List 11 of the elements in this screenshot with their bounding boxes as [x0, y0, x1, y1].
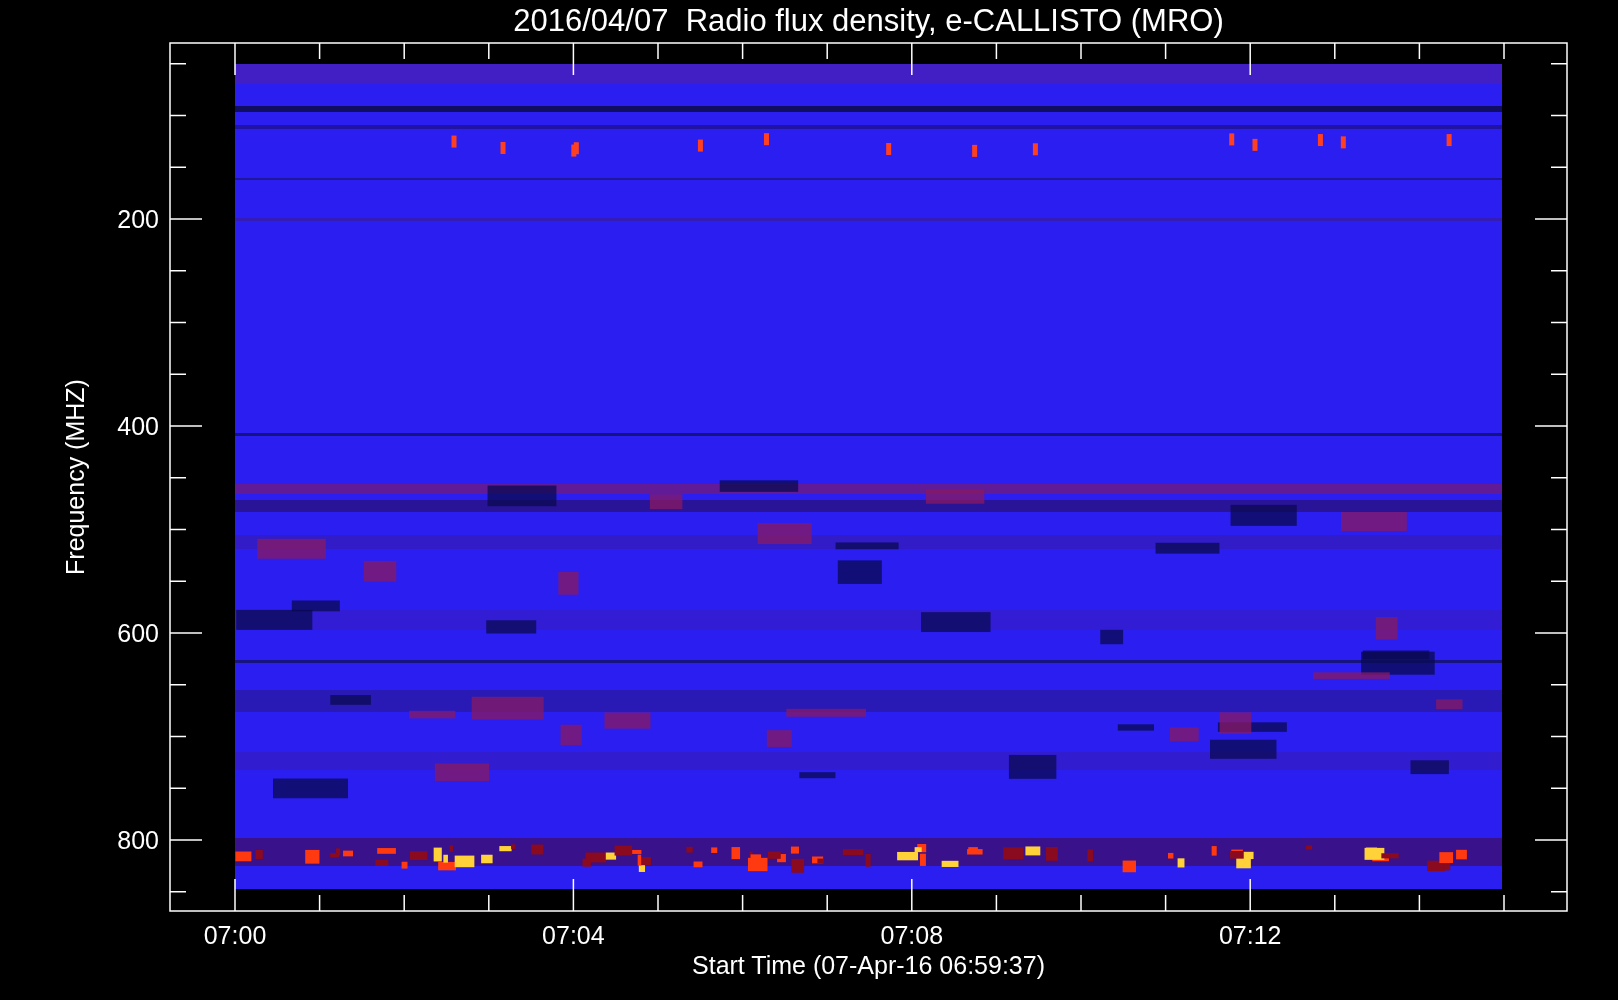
x-tick-label: 07:12 — [1218, 921, 1282, 949]
x-axis-title: Start Time (07-Apr-16 06:59:37) — [692, 951, 1045, 979]
x-tick-label: 07:08 — [880, 921, 944, 949]
y-tick-label: 200 — [117, 205, 159, 233]
y-axis-title: Frequency (MHZ) — [61, 379, 89, 575]
x-tick-label: 07:00 — [203, 921, 267, 949]
chart-title: 2016/04/07 Radio flux density, e-CALLISTO (MRO) — [513, 3, 1224, 38]
y-tick-label: 400 — [117, 412, 159, 440]
y-tick-label: 800 — [117, 826, 159, 854]
y-tick-label: 600 — [117, 619, 159, 647]
x-tick-label: 07:04 — [542, 921, 605, 949]
